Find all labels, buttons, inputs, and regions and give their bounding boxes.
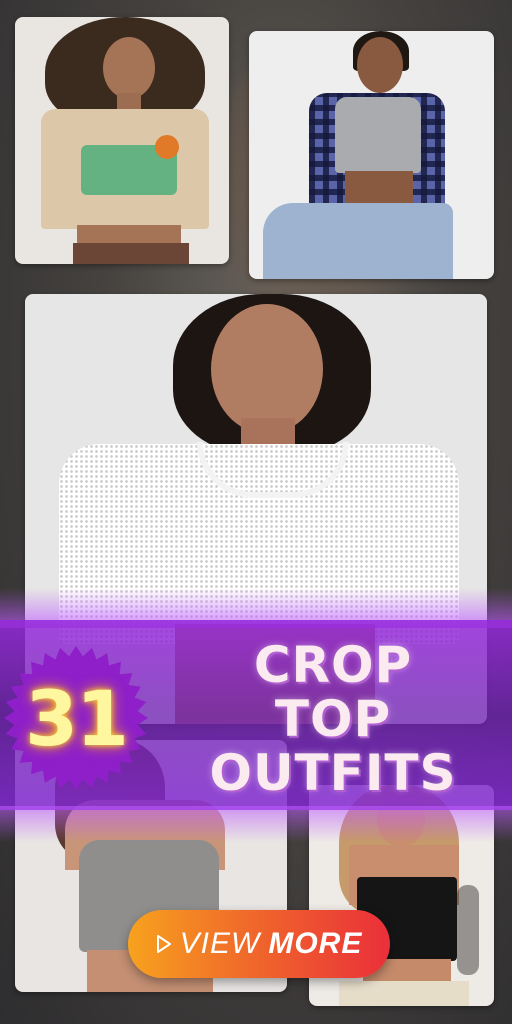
photo-detail bbox=[211, 304, 323, 434]
title-line-1: CROP bbox=[253, 636, 413, 694]
title-line-2: TOP bbox=[274, 690, 392, 748]
photo-detail bbox=[457, 885, 479, 975]
photo-detail bbox=[103, 37, 155, 99]
basketball-graphic bbox=[155, 135, 179, 159]
title-line-3: OUTFITS bbox=[209, 744, 457, 802]
photo-detail bbox=[335, 97, 421, 173]
view-label: VIEW bbox=[179, 927, 261, 960]
play-triangle-icon bbox=[156, 935, 171, 953]
photo-detail bbox=[357, 37, 403, 93]
photo-detail bbox=[263, 203, 453, 279]
photo-detail bbox=[339, 981, 469, 1006]
photo-detail bbox=[73, 243, 189, 264]
banner-glow-bottom bbox=[0, 806, 512, 842]
badge-number: 31 bbox=[25, 673, 129, 763]
photo-grey-crop-plaid[interactable] bbox=[249, 31, 494, 279]
photo-detail bbox=[77, 225, 181, 245]
photo-beige-graphic-tee[interactable] bbox=[15, 17, 229, 264]
more-label: MORE bbox=[268, 927, 363, 960]
view-more-button[interactable]: VIEW MORE bbox=[128, 910, 390, 978]
